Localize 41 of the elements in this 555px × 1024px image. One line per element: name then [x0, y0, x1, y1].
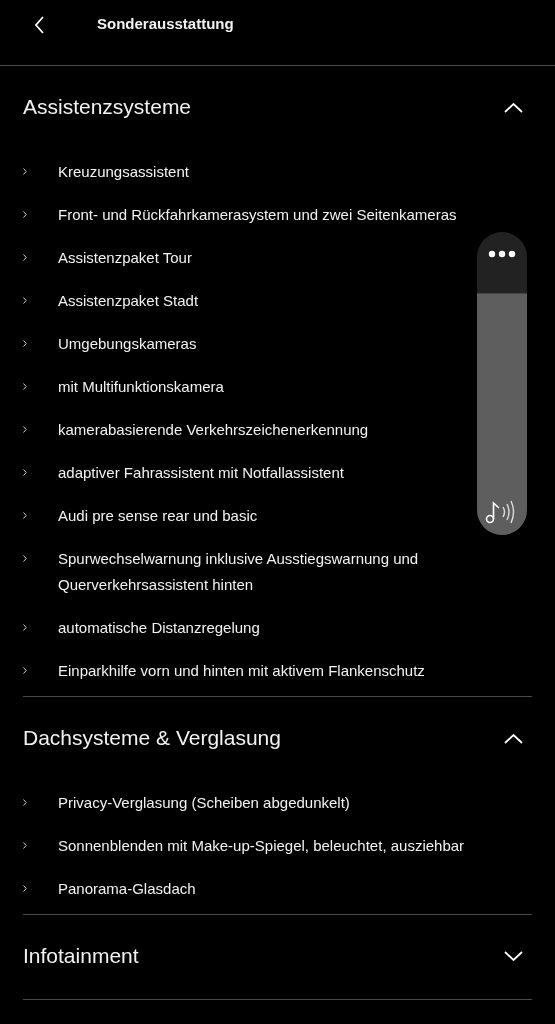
- feature-item: Front- und Rückfahrkamerasystem und zwei Seitenkameras: [58, 204, 457, 225]
- page-title: Sonderausstattung: [97, 14, 234, 35]
- bullet-chevron-icon: [23, 624, 27, 631]
- bullet-chevron-icon: [23, 512, 27, 519]
- bullet-chevron-icon: [23, 297, 27, 304]
- feature-item: Kreuzungsassistent: [58, 161, 189, 182]
- bullet-chevron-icon: [23, 211, 27, 218]
- feature-item: Spurwechselwarnung inklusive Ausstiegswarnung und Querverkehrsassistent hinten: [58, 548, 420, 595]
- feature-item: Assistenzpaket Tour: [58, 247, 192, 268]
- section-title: Infotainment: [23, 943, 139, 970]
- bullet-chevron-icon: [23, 842, 27, 849]
- bullet-chevron-icon: [23, 555, 27, 562]
- bullet-chevron-icon: [23, 799, 27, 806]
- bullet-chevron-icon: [23, 667, 27, 674]
- section-title: Dachsysteme & Verglasung: [23, 725, 281, 752]
- feature-item: kamerabasierende Verkehrszeichenerkennung: [58, 419, 369, 440]
- bullet-chevron-icon: [23, 254, 27, 261]
- bullet-chevron-icon: [23, 469, 27, 476]
- feature-item: Umgebungskameras: [58, 333, 197, 354]
- feature-item: Audi pre sense rear und basic: [58, 505, 258, 526]
- volume-slider[interactable]: [477, 232, 527, 535]
- feature-item: Sonnenblenden mit Make-up-Spiegel, beleuchtet, ausziehbar: [58, 835, 465, 856]
- section-title: Assistenzsysteme: [23, 94, 192, 121]
- feature-item: Privacy-Verglasung (Scheiben abgedunkelt): [58, 792, 350, 813]
- bullet-chevron-icon: [23, 426, 27, 433]
- feature-item: Assistenzpaket Stadt: [58, 290, 199, 311]
- expand-chevron-icon[interactable]: [504, 950, 523, 962]
- music-volume-icon: [485, 499, 517, 525]
- feature-item: adaptiver Fahrassistent mit Notfallassistent: [58, 462, 344, 483]
- more-icon[interactable]: [488, 250, 516, 258]
- bullet-chevron-icon: [23, 885, 27, 892]
- collapse-chevron-icon[interactable]: [504, 732, 523, 744]
- bullet-chevron-icon: [23, 383, 27, 390]
- feature-item: automatische Distanzregelung: [58, 617, 260, 638]
- bullet-chevron-icon: [23, 168, 27, 175]
- feature-item: Einparkhilfe vorn und hinten mit aktivem Flankenschutz: [58, 660, 425, 681]
- feature-item: Panorama-Glasdach: [58, 878, 196, 899]
- feature-item: mit Multifunktionskamera: [58, 376, 224, 397]
- back-icon[interactable]: [34, 15, 45, 34]
- bullet-chevron-icon: [23, 340, 27, 347]
- collapse-chevron-icon[interactable]: [504, 101, 523, 113]
